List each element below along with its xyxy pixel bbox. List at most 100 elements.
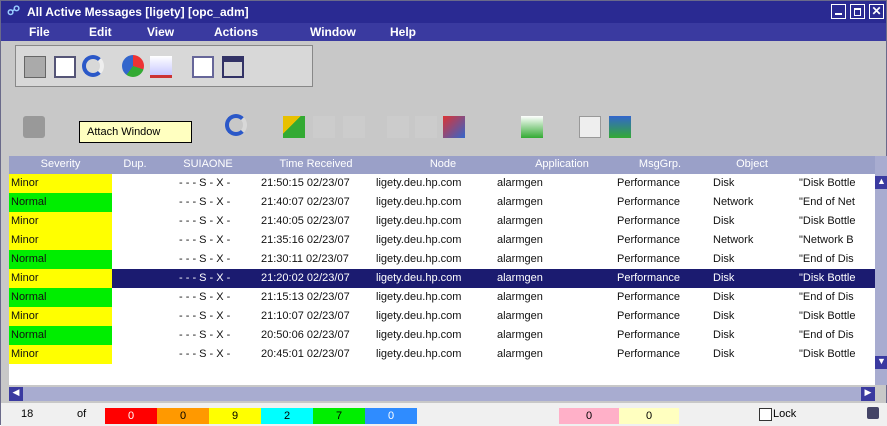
instructions-icon[interactable] — [415, 116, 437, 138]
minimize-button[interactable] — [831, 4, 846, 19]
col-application[interactable]: Application — [513, 158, 611, 170]
col-object[interactable]: Object — [709, 158, 795, 170]
reload-icon[interactable] — [225, 114, 247, 136]
title-bar[interactable]: ☍ All Active Messages [ligety] [opc_adm]… — [1, 1, 886, 23]
table-row[interactable]: Normal - - - S - X - 21:15:13 02/23/07 lige… — [9, 288, 875, 307]
severity-cell: Minor — [9, 345, 112, 364]
object-cell: Disk — [713, 215, 735, 227]
time-cell: 21:20:02 02/23/07 — [261, 272, 350, 284]
menu-bar: File Edit View Actions Window Help — [1, 23, 886, 41]
table-row[interactable]: Minor - - - S - X - 21:20:02 02/23/07 liget… — [9, 269, 875, 288]
application-cell: alarmgen — [497, 177, 543, 189]
flags-cell: - - - S - X - — [179, 253, 231, 265]
flags-cell: - - - S - X - — [179, 348, 231, 360]
time-cell: 21:50:15 02/23/07 — [261, 177, 350, 189]
table-row[interactable]: Normal - - - S - X - 21:30:11 02/23/07 lige… — [9, 250, 875, 269]
application-cell: alarmgen — [497, 272, 543, 284]
col-node[interactable]: Node — [375, 158, 511, 170]
app-icon: ☍ — [7, 3, 21, 18]
menu-file[interactable]: File — [29, 25, 50, 39]
text-cell: "Disk Bottle — [799, 348, 856, 360]
application-cell: alarmgen — [497, 291, 543, 303]
time-cell: 21:35:16 02/23/07 — [261, 234, 350, 246]
menu-view[interactable]: View — [147, 25, 174, 39]
node-cell: ligety.deu.hp.com — [376, 196, 462, 208]
msggrp-cell: Performance — [617, 348, 680, 360]
status-bar: 18 of 00927000 Lock — [1, 403, 887, 426]
application-cell: alarmgen — [497, 234, 543, 246]
scroll-right-icon[interactable]: ▶ — [861, 387, 875, 401]
disown-icon[interactable] — [343, 116, 365, 138]
time-cell: 21:10:07 02/23/07 — [261, 310, 350, 322]
msggrp-cell: Performance — [617, 196, 680, 208]
msggrp-cell: Performance — [617, 329, 680, 341]
table-row[interactable]: Minor - - - S - X - 21:50:15 02/23/07 liget… — [9, 174, 875, 193]
window-layout-icon[interactable] — [192, 56, 214, 78]
vertical-scrollbar[interactable]: ▲ ▼ — [875, 156, 887, 385]
of-label: of — [77, 408, 87, 420]
object-cell: Network — [713, 234, 754, 246]
print-icon[interactable] — [23, 116, 45, 138]
message-table: Severity Dup. SUIAONE Time Received Node… — [9, 156, 875, 385]
node-cell: ligety.deu.hp.com — [376, 234, 462, 246]
table-row[interactable]: Minor - - - S - X - 21:40:05 02/23/07 liget… — [9, 212, 875, 231]
node-cell: ligety.deu.hp.com — [376, 177, 462, 189]
workspace-icon[interactable] — [222, 56, 244, 78]
severity-cell: Minor — [9, 212, 112, 231]
menu-actions[interactable]: Actions — [214, 25, 258, 39]
lock-checkbox[interactable] — [759, 408, 772, 421]
application-cell: alarmgen — [497, 253, 543, 265]
text-cell: "End of Dis — [799, 253, 854, 265]
table-row[interactable]: Normal - - - S - X - 20:50:06 02/23/07 lige… — [9, 326, 875, 345]
scroll-left-icon[interactable]: ◀ — [9, 387, 23, 401]
table-row[interactable]: Minor - - - S - X - 21:35:16 02/23/07 liget… — [9, 231, 875, 250]
scroll-up-icon[interactable]: ▲ — [875, 176, 887, 189]
table-row[interactable]: Minor - - - S - X - 20:45:01 02/23/07 liget… — [9, 345, 875, 364]
maximize-button[interactable] — [850, 4, 865, 19]
menu-help[interactable]: Help — [390, 25, 416, 39]
col-flags[interactable]: SUIAONE — [159, 158, 257, 170]
pie-chart-icon[interactable] — [122, 55, 144, 77]
flags-cell: - - - S - X - — [179, 215, 231, 227]
table-header: Severity Dup. SUIAONE Time Received Node… — [9, 156, 875, 174]
time-cell: 20:45:01 02/23/07 — [261, 348, 350, 360]
node-cell: ligety.deu.hp.com — [376, 291, 462, 303]
severity-count-5: 0 — [365, 408, 417, 424]
horizontal-scrollbar[interactable]: ◀ ▶ — [9, 387, 875, 401]
scroll-down-icon[interactable]: ▼ — [875, 356, 887, 369]
edit-view-icon[interactable] — [54, 56, 76, 78]
menu-window[interactable]: Window — [310, 25, 356, 39]
table-row[interactable]: Minor - - - S - X - 21:10:07 02/23/07 liget… — [9, 307, 875, 326]
refresh-icon[interactable] — [82, 55, 104, 77]
msggrp-cell: Performance — [617, 177, 680, 189]
severity-cell: Normal — [9, 250, 112, 269]
node-cell: ligety.deu.hp.com — [376, 215, 462, 227]
browser-view-icon[interactable] — [24, 56, 46, 78]
message-groups-icon[interactable] — [579, 116, 601, 138]
operator-action-icon[interactable] — [443, 116, 465, 138]
node-status-icon[interactable] — [521, 116, 543, 138]
time-cell: 20:50:06 02/23/07 — [261, 329, 350, 341]
col-time-received[interactable]: Time Received — [259, 158, 373, 170]
services-icon[interactable] — [609, 116, 631, 138]
msggrp-cell: Performance — [617, 291, 680, 303]
history-chart-icon[interactable] — [150, 56, 172, 78]
status-icon[interactable] — [867, 407, 879, 419]
annotate-icon[interactable] — [387, 116, 409, 138]
acknowledge-icon[interactable] — [283, 116, 305, 138]
menu-edit[interactable]: Edit — [89, 25, 112, 39]
table-row[interactable]: Normal - - - S - X - 21:40:07 02/23/07 lige… — [9, 193, 875, 212]
col-severity[interactable]: Severity — [9, 158, 112, 170]
node-cell: ligety.deu.hp.com — [376, 253, 462, 265]
col-dup[interactable]: Dup. — [113, 158, 157, 170]
object-cell: Disk — [713, 348, 735, 360]
own-icon[interactable] — [313, 116, 335, 138]
col-msggrp[interactable]: MsgGrp. — [613, 158, 707, 170]
severity-count-1: 0 — [157, 408, 209, 424]
severity-cell: Normal — [9, 326, 112, 345]
node-cell: ligety.deu.hp.com — [376, 310, 462, 322]
severity-count-3: 2 — [261, 408, 313, 424]
text-cell: "Disk Bottle — [799, 215, 856, 227]
close-button[interactable]: ✕ — [869, 4, 884, 19]
application-cell: alarmgen — [497, 310, 543, 322]
